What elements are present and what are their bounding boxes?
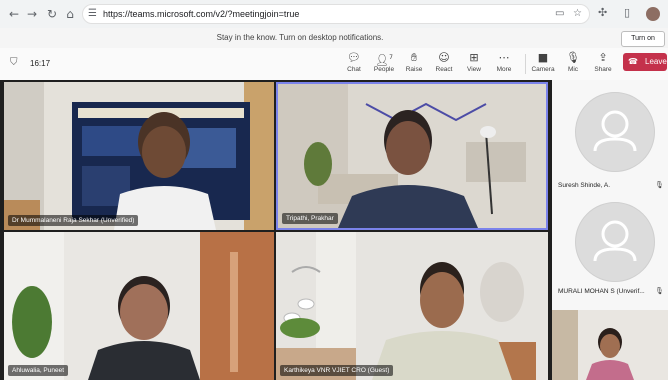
participants-side-panel: Suresh Shinde, A. 🎙︎ MURALI MOHAN S (Unv… <box>552 80 668 380</box>
back-arrow-icon[interactable]: ← <box>6 6 22 22</box>
self-view-video[interactable] <box>552 310 668 380</box>
toolbar-divider <box>525 54 526 74</box>
people-count-badge: 7 <box>389 54 393 61</box>
video-feed <box>4 232 274 380</box>
meeting-timer: 16:17 <box>30 59 51 68</box>
browser-toolbar: ← → ↻ ⌂ ☰ https://teams.microsoft.com/v2… <box>0 0 668 29</box>
participant-name: Tripathi, Prakhar <box>282 213 338 224</box>
people-button[interactable]: 👤︎7 People <box>369 51 399 73</box>
participant-name: Karthikeya VNR VJIET CRO (Guest) <box>280 365 394 376</box>
mic-off-icon: 🎙︎ <box>566 51 580 64</box>
more-icon: ⋯ <box>498 51 510 64</box>
open-in-app-icon[interactable]: ▭ <box>555 8 564 19</box>
address-bar[interactable]: ☰ https://teams.microsoft.com/v2/?meetin… <box>82 4 590 24</box>
notification-text: Stay in the know. Turn on desktop notifi… <box>216 33 384 42</box>
bookmark-star-icon[interactable]: ☆ <box>573 8 582 19</box>
participant-tile-4[interactable]: Karthikeya VNR VJIET CRO (Guest) <box>276 232 548 380</box>
phone-hangup-icon: ☎ <box>628 57 638 66</box>
view-icon: ⊞ <box>469 51 479 64</box>
react-button[interactable]: ☺ React <box>429 51 459 73</box>
people-icon: 👤︎7 <box>375 53 393 67</box>
mic-off-icon: 🎙︎ <box>655 287 664 295</box>
participant-name: MURALI MOHAN S (Unverif... <box>558 288 645 295</box>
camera-button[interactable]: ■ Camera <box>528 51 558 73</box>
participant-name: Dr Mummalaneni Raja Sekhar (Unverified) <box>8 215 139 226</box>
notification-bar: Stay in the know. Turn on desktop notifi… <box>0 28 668 49</box>
participant-tile-3[interactable]: Ahluwalia, Puneet <box>4 232 274 380</box>
react-icon: ☺ <box>438 51 450 64</box>
share-icon: ⇪ <box>598 51 608 64</box>
video-stage: Dr Mummalaneni Raja Sekhar (Unverified) … <box>0 80 668 380</box>
participant-avatar[interactable] <box>575 92 655 172</box>
leave-button[interactable]: ☎ Leave <box>623 53 667 71</box>
participant-avatar[interactable] <box>575 202 655 282</box>
person-icon <box>593 220 637 262</box>
raise-hand-icon: ✋︎ <box>410 51 418 64</box>
meeting-toolbar: ⛉ 16:17 💬︎ Chat 👤︎7 People ✋︎ Raise ☺ Re… <box>0 48 668 81</box>
chat-icon: 💬︎ <box>347 51 361 64</box>
video-feed <box>4 82 274 230</box>
share-button[interactable]: ⇪ Share <box>588 51 618 73</box>
shield-icon: ⛉ <box>10 57 18 68</box>
turn-on-button[interactable]: Turn on <box>621 31 665 47</box>
video-feed <box>276 232 548 380</box>
extensions-icon[interactable]: ✣ <box>598 6 607 19</box>
forward-arrow-icon[interactable]: → <box>24 6 40 22</box>
participant-tile-2[interactable]: Tripathi, Prakhar <box>276 82 548 230</box>
raise-hand-button[interactable]: ✋︎ Raise <box>399 51 429 73</box>
more-button[interactable]: ⋯ More <box>489 51 519 73</box>
view-button[interactable]: ⊞ View <box>459 51 489 73</box>
url-text: https://teams.microsoft.com/v2/?meetingj… <box>103 9 300 19</box>
video-feed <box>278 84 546 228</box>
reload-icon[interactable]: ↻ <box>44 6 60 22</box>
participant-name: Ahluwalia, Puneet <box>8 365 69 376</box>
site-info-icon[interactable]: ☰ <box>88 8 97 19</box>
chat-button[interactable]: 💬︎ Chat <box>339 51 369 73</box>
home-icon[interactable]: ⌂ <box>62 6 78 22</box>
camera-icon: ■ <box>537 51 549 64</box>
mic-off-icon: 🎙︎ <box>655 181 664 189</box>
video-feed <box>552 310 668 380</box>
person-icon <box>593 110 637 152</box>
side-panel-icon[interactable]: ▯ <box>624 6 630 19</box>
participant-tile-1[interactable]: Dr Mummalaneni Raja Sekhar (Unverified) <box>4 82 274 230</box>
participant-name: Suresh Shinde, A. <box>558 182 611 189</box>
profile-avatar[interactable] <box>646 7 660 21</box>
mic-button[interactable]: 🎙︎ Mic <box>558 51 588 73</box>
